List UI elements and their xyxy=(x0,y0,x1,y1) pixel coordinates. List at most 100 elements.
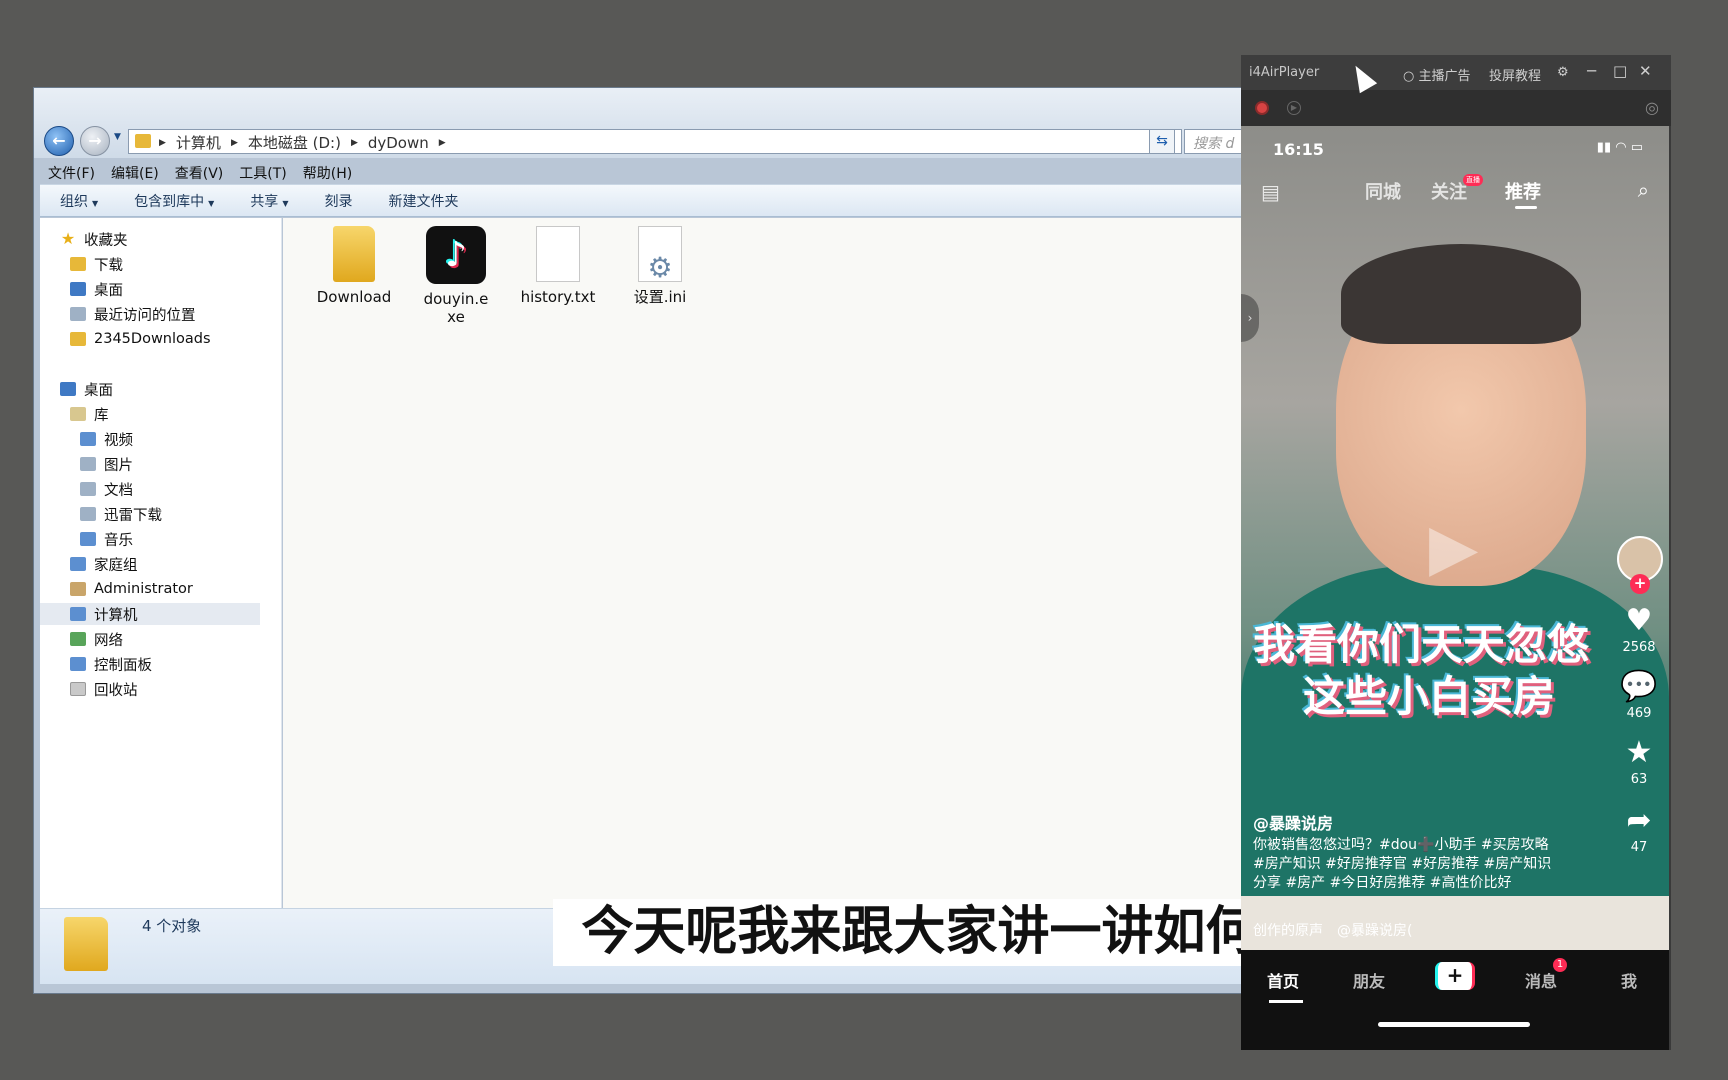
nav-me[interactable]: 我 xyxy=(1621,968,1637,992)
breadcrumb-dydown[interactable]: dyDown xyxy=(368,134,429,152)
explorer-titlebar: ← → ▼ ▶ 计算机 ▶ 本地磁盘 (D:) ▶ dyDown ▶ ▼ ⇆ 搜… xyxy=(34,88,1264,158)
target-icon[interactable]: ◎ xyxy=(1645,98,1659,117)
nav-homegroup[interactable]: 家庭组 xyxy=(70,553,138,575)
nav-recycle-bin[interactable]: 回收站 xyxy=(70,678,138,700)
follow-plus-icon[interactable]: + xyxy=(1630,574,1650,594)
host-ads-label: 主播广告 xyxy=(1418,69,1471,84)
menu-tools[interactable]: 工具(T) xyxy=(239,163,286,183)
play-overlay-icon[interactable]: ▶ xyxy=(1429,511,1478,585)
nav-label: 控制面板 xyxy=(94,657,152,674)
menu-edit[interactable]: 编辑(E) xyxy=(111,163,159,183)
nav-favorites[interactable]: ★ 收藏夹 xyxy=(60,228,128,250)
recent-places-icon xyxy=(70,307,86,321)
nav-network[interactable]: 网络 xyxy=(70,628,123,650)
nav-library[interactable]: 库 xyxy=(70,403,109,425)
comment-icon[interactable]: 💬 xyxy=(1615,670,1663,704)
include-in-library-label: 包含到库中 xyxy=(134,193,205,210)
menu-file[interactable]: 文件(F) xyxy=(48,163,95,183)
nav-label: 2345Downloads xyxy=(94,331,211,347)
desktop-icon xyxy=(70,282,86,296)
burn-button[interactable]: 刻录 xyxy=(324,191,352,211)
live-badge: 直播 xyxy=(1463,174,1483,186)
close-button[interactable]: ✕ xyxy=(1639,62,1652,80)
heart-icon[interactable]: ♥ xyxy=(1615,604,1663,638)
tab-recommended[interactable]: 推荐 xyxy=(1505,178,1541,204)
nav-item-recent-places[interactable]: 最近访问的位置 xyxy=(70,303,196,325)
forward-button[interactable]: → xyxy=(80,126,110,156)
forward-arrow-icon: → xyxy=(88,131,102,150)
include-in-library-button[interactable]: 包含到库中 ▼ xyxy=(134,191,214,211)
nav-label: 家庭组 xyxy=(94,557,138,574)
file-item-history-txt[interactable]: history.txt xyxy=(515,226,601,306)
host-ads-toggle[interactable]: ○ 主播广告 xyxy=(1403,65,1471,84)
breadcrumb-computer[interactable]: 计算机 xyxy=(176,132,221,153)
music-info[interactable]: 创作的原声 @暴躁说房( xyxy=(1253,920,1412,940)
share-icon[interactable]: ➦ xyxy=(1615,804,1663,838)
star-icon[interactable]: ★ xyxy=(1615,736,1663,770)
back-button[interactable]: ← xyxy=(44,126,74,156)
nav-label: 桌面 xyxy=(84,382,113,399)
create-plus-button[interactable]: + xyxy=(1435,962,1475,990)
file-item-settings-ini[interactable]: ⚙ 设置.ini xyxy=(617,226,703,306)
tiktok-app-icon: ♪ xyxy=(426,226,486,284)
refresh-button[interactable]: ⇆ xyxy=(1149,129,1175,154)
nav-computer[interactable]: 计算机 xyxy=(40,603,260,625)
nav-label: 库 xyxy=(94,407,109,424)
active-nav-indicator xyxy=(1269,1000,1303,1003)
nav-friends[interactable]: 朋友 xyxy=(1353,968,1385,992)
recent-pages-dropdown[interactable]: ▼ xyxy=(114,132,121,142)
gear-icon[interactable]: ⚙ xyxy=(1557,65,1569,80)
signal-wifi-battery-icon: ▮▮ ◠ ▭ xyxy=(1596,140,1643,155)
nav-desktop[interactable]: 桌面 xyxy=(60,378,113,400)
nav-control-panel[interactable]: 控制面板 xyxy=(70,653,152,675)
tab-nearby[interactable]: 同城 xyxy=(1365,178,1401,204)
nav-item-downloads[interactable]: 下载 xyxy=(70,253,123,275)
home-indicator xyxy=(1378,1022,1530,1027)
author-name[interactable]: @暴躁说房 xyxy=(1253,810,1333,834)
nav-item-music[interactable]: 音乐 xyxy=(80,528,133,550)
desktop-icon xyxy=(60,382,76,396)
chevron-right-icon: ▶ xyxy=(438,137,446,148)
live-tv-icon[interactable]: ▤ xyxy=(1261,180,1280,204)
file-item-download-folder[interactable]: Download xyxy=(311,226,397,306)
star-icon: ★ xyxy=(60,229,76,248)
maximize-button[interactable]: □ xyxy=(1613,62,1627,80)
video-description: 你被销售忽悠过吗？#dou➕小助手 #买房攻略 #房产知识 #好房推荐官 #好房… xyxy=(1253,837,1552,891)
nav-item-videos[interactable]: 视频 xyxy=(80,428,133,450)
nav-item-desktop-fav[interactable]: 桌面 xyxy=(70,278,123,300)
chevron-right-icon: ▶ xyxy=(230,137,238,148)
address-bar[interactable]: ▶ 计算机 ▶ 本地磁盘 (D:) ▶ dyDown ▶ ▼ xyxy=(128,129,1182,154)
record-button[interactable] xyxy=(1255,101,1269,115)
music-library-icon xyxy=(80,532,96,546)
nav-administrator[interactable]: Administrator xyxy=(70,578,193,600)
menu-bar: 文件(F) 编辑(E) 查看(V) 工具(T) 帮助(H) xyxy=(40,163,1247,183)
search-icon[interactable]: ⌕ xyxy=(1638,178,1649,202)
nav-home[interactable]: 首页 xyxy=(1267,968,1299,992)
nav-item-2345downloads[interactable]: 2345Downloads xyxy=(70,328,211,350)
menu-view[interactable]: 查看(V) xyxy=(175,163,224,183)
file-name: Download xyxy=(316,288,392,306)
breadcrumb-drive-d[interactable]: 本地磁盘 (D:) xyxy=(248,132,341,153)
new-folder-button[interactable]: 新建文件夹 xyxy=(388,191,458,211)
nav-item-documents[interactable]: 文档 xyxy=(80,478,133,500)
nav-label: 音乐 xyxy=(104,532,133,549)
chevron-right-icon[interactable]: › xyxy=(1241,294,1259,342)
item-count: 4 个对象 xyxy=(142,917,202,935)
caret-down-icon: ▼ xyxy=(92,198,99,208)
documents-library-icon xyxy=(80,482,96,496)
minimize-button[interactable]: ─ xyxy=(1587,62,1596,80)
play-button[interactable]: ▶ xyxy=(1287,101,1301,115)
organize-button[interactable]: 组织 ▼ xyxy=(60,191,98,211)
mirroring-tutorial-link[interactable]: 投屏教程 xyxy=(1489,65,1541,84)
nav-item-xunlei-downloads[interactable]: 迅雷下载 xyxy=(80,503,162,525)
folder-icon xyxy=(64,917,108,971)
menu-help[interactable]: 帮助(H) xyxy=(303,163,352,183)
nav-item-pictures[interactable]: 图片 xyxy=(80,453,133,475)
download-folder-icon xyxy=(70,257,86,271)
file-item-douyin-exe[interactable]: ♪ douyin.exe xyxy=(413,226,499,326)
tab-following[interactable]: 关注 xyxy=(1431,178,1467,204)
share-button[interactable]: 共享 ▼ xyxy=(250,191,288,211)
nav-messages[interactable]: 消息 xyxy=(1525,968,1557,992)
file-name: history.txt xyxy=(520,288,596,306)
text-file-icon xyxy=(536,226,580,282)
